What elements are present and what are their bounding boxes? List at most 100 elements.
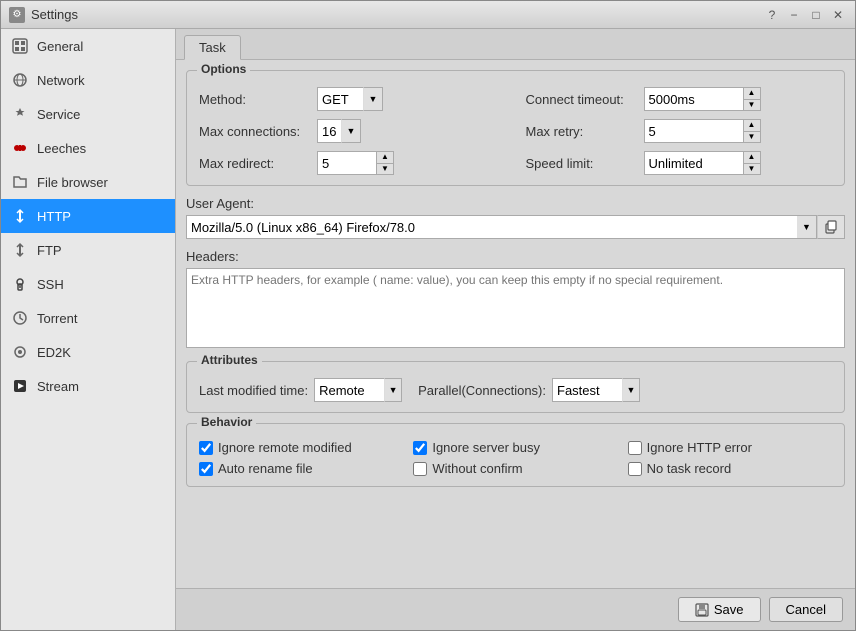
parallel-connections-item: Parallel(Connections): Fastest 1 2 4 8 ▼ bbox=[418, 378, 640, 402]
max-connections-dropdown-arrow[interactable]: ▼ bbox=[341, 119, 361, 143]
sidebar-item-ed2k[interactable]: ED2K bbox=[1, 335, 175, 369]
user-agent-row: Mozilla/5.0 (Linux x86_64) Firefox/78.0 … bbox=[186, 215, 845, 239]
max-retry-down[interactable]: ▼ bbox=[744, 132, 760, 143]
max-retry-up[interactable]: ▲ bbox=[744, 120, 760, 132]
last-modified-item: Last modified time: Remote Local None ▼ bbox=[199, 378, 402, 402]
max-connections-select-wrap: 1 2 4 8 16 32 ▼ bbox=[317, 119, 361, 143]
footer: Save Cancel bbox=[176, 588, 855, 630]
max-redirect-label: Max redirect: bbox=[199, 156, 309, 171]
headers-textarea[interactable] bbox=[186, 268, 845, 348]
general-icon bbox=[11, 37, 29, 55]
connect-timeout-row: Connect timeout: 5000ms ▲ ▼ bbox=[526, 87, 833, 111]
max-retry-input[interactable]: 5 bbox=[644, 119, 744, 143]
checkbox-without-confirm-input[interactable] bbox=[413, 462, 427, 476]
checkbox-ignore-server-busy-input[interactable] bbox=[413, 441, 427, 455]
checkbox-ignore-remote-modified-input[interactable] bbox=[199, 441, 213, 455]
user-agent-input[interactable]: Mozilla/5.0 (Linux x86_64) Firefox/78.0 bbox=[186, 215, 797, 239]
close-button[interactable]: ✕ bbox=[829, 6, 847, 24]
last-modified-label: Last modified time: bbox=[199, 383, 308, 398]
checkbox-ignore-http-error-input[interactable] bbox=[628, 441, 642, 455]
behavior-checkboxes: Ignore remote modified Ignore server bus… bbox=[199, 440, 832, 476]
sidebar-item-general[interactable]: General bbox=[1, 29, 175, 63]
sidebar-label-network: Network bbox=[37, 73, 85, 88]
method-select[interactable]: GET POST PUT HEAD bbox=[317, 87, 363, 111]
sidebar-item-leeches[interactable]: Leeches bbox=[1, 131, 175, 165]
attributes-group: Attributes Last modified time: Remote Lo… bbox=[186, 361, 845, 413]
sidebar-label-leeches: Leeches bbox=[37, 141, 86, 156]
speed-limit-input[interactable]: Unlimited bbox=[644, 151, 744, 175]
sidebar-label-ssh: SSH bbox=[37, 277, 64, 292]
max-retry-spin: 5 ▲ ▼ bbox=[644, 119, 761, 143]
checkbox-without-confirm-label: Without confirm bbox=[432, 461, 522, 476]
app-icon: ⚙ bbox=[9, 7, 25, 23]
save-button[interactable]: Save bbox=[678, 597, 761, 622]
connect-timeout-down[interactable]: ▼ bbox=[744, 100, 760, 111]
user-agent-copy-button[interactable] bbox=[817, 215, 845, 239]
stream-icon bbox=[11, 377, 29, 395]
sidebar-item-service[interactable]: Service bbox=[1, 97, 175, 131]
main-content: General Network Service Leeches bbox=[1, 29, 855, 630]
method-select-wrap: GET POST PUT HEAD ▼ bbox=[317, 87, 383, 111]
maximize-button[interactable]: □ bbox=[807, 6, 825, 24]
sidebar-label-file-browser: File browser bbox=[37, 175, 108, 190]
sidebar-item-file-browser[interactable]: File browser bbox=[1, 165, 175, 199]
max-retry-row: Max retry: 5 ▲ ▼ bbox=[526, 119, 833, 143]
sidebar-item-ftp[interactable]: FTP bbox=[1, 233, 175, 267]
method-label: Method: bbox=[199, 92, 309, 107]
method-dropdown-arrow[interactable]: ▼ bbox=[363, 87, 383, 111]
options-group: Options Method: GET POST PUT HEAD bbox=[186, 70, 845, 186]
checkbox-no-task-record-input[interactable] bbox=[628, 462, 642, 476]
checkbox-ignore-server-busy: Ignore server busy bbox=[413, 440, 617, 455]
last-modified-dropdown-arrow[interactable]: ▼ bbox=[384, 378, 402, 402]
max-redirect-spinbtns: ▲ ▼ bbox=[377, 151, 394, 175]
speed-limit-label: Speed limit: bbox=[526, 156, 636, 171]
http-icon bbox=[11, 207, 29, 225]
behavior-group: Behavior Ignore remote modified Ignore s… bbox=[186, 423, 845, 487]
checkbox-auto-rename-file-label: Auto rename file bbox=[218, 461, 313, 476]
parallel-connections-select-wrap: Fastest 1 2 4 8 ▼ bbox=[552, 378, 640, 402]
checkbox-ignore-http-error-label: Ignore HTTP error bbox=[647, 440, 752, 455]
help-button[interactable]: ? bbox=[763, 6, 781, 24]
checkbox-auto-rename-file: Auto rename file bbox=[199, 461, 403, 476]
sidebar-label-http: HTTP bbox=[37, 209, 71, 224]
sidebar-item-ssh[interactable]: SSH bbox=[1, 267, 175, 301]
cancel-button[interactable]: Cancel bbox=[769, 597, 843, 622]
sidebar-item-http[interactable]: HTTP bbox=[1, 199, 175, 233]
service-icon bbox=[11, 105, 29, 123]
user-agent-label: User Agent: bbox=[186, 196, 845, 211]
connect-timeout-spin: 5000ms ▲ ▼ bbox=[644, 87, 761, 111]
minimize-button[interactable]: − bbox=[785, 6, 803, 24]
max-connections-select[interactable]: 1 2 4 8 16 32 bbox=[317, 119, 341, 143]
sidebar-item-stream[interactable]: Stream bbox=[1, 369, 175, 403]
titlebar-left: ⚙ Settings bbox=[9, 7, 78, 23]
tab-task[interactable]: Task bbox=[184, 35, 241, 60]
parallel-connections-select[interactable]: Fastest 1 2 4 8 bbox=[552, 378, 622, 402]
checkbox-ignore-remote-modified-label: Ignore remote modified bbox=[218, 440, 352, 455]
save-icon bbox=[695, 603, 709, 617]
last-modified-select[interactable]: Remote Local None bbox=[314, 378, 384, 402]
torrent-icon bbox=[11, 309, 29, 327]
connect-timeout-input[interactable]: 5000ms bbox=[644, 87, 744, 111]
cancel-label: Cancel bbox=[786, 602, 826, 617]
user-agent-dropdown-arrow[interactable]: ▼ bbox=[797, 215, 817, 239]
sidebar-label-service: Service bbox=[37, 107, 80, 122]
speed-limit-down[interactable]: ▼ bbox=[744, 164, 760, 175]
connect-timeout-up[interactable]: ▲ bbox=[744, 88, 760, 100]
speed-limit-up[interactable]: ▲ bbox=[744, 152, 760, 164]
max-redirect-spin: 5 ▲ ▼ bbox=[317, 151, 394, 175]
max-redirect-up[interactable]: ▲ bbox=[377, 152, 393, 164]
parallel-connections-dropdown-arrow[interactable]: ▼ bbox=[622, 378, 640, 402]
options-title: Options bbox=[197, 62, 250, 76]
max-redirect-down[interactable]: ▼ bbox=[377, 164, 393, 175]
ssh-icon bbox=[11, 275, 29, 293]
max-connections-row: Max connections: 1 2 4 8 16 32 bbox=[199, 119, 506, 143]
sidebar-label-ed2k: ED2K bbox=[37, 345, 71, 360]
sidebar-item-network[interactable]: Network bbox=[1, 63, 175, 97]
last-modified-select-wrap: Remote Local None ▼ bbox=[314, 378, 402, 402]
speed-limit-row: Speed limit: Unlimited ▲ ▼ bbox=[526, 151, 833, 175]
method-row: Method: GET POST PUT HEAD ▼ bbox=[199, 87, 506, 111]
file-browser-icon bbox=[11, 173, 29, 191]
sidebar-item-torrent[interactable]: Torrent bbox=[1, 301, 175, 335]
max-redirect-input[interactable]: 5 bbox=[317, 151, 377, 175]
checkbox-auto-rename-file-input[interactable] bbox=[199, 462, 213, 476]
